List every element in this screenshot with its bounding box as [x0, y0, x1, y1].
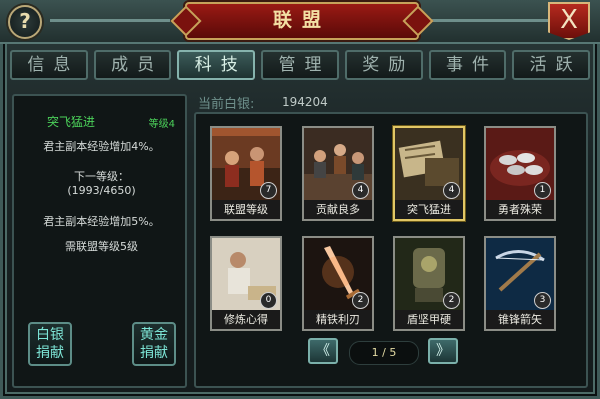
tech-card-label: 联盟等级	[212, 200, 280, 219]
tech-card-label: 勇者殊荣	[486, 200, 554, 219]
level-badge: 0	[260, 292, 277, 309]
divider-left	[50, 19, 170, 22]
tab-members[interactable]: 成员	[93, 50, 172, 80]
tech-card[interactable]: 7 联盟等级	[210, 126, 282, 221]
tech-card[interactable]: 1 勇者殊荣	[484, 126, 556, 221]
current-effect: 君主副本经验增加4%。	[43, 140, 160, 153]
tab-rewards[interactable]: 奖励	[344, 50, 423, 80]
requirement-text: 需联盟等级5级	[65, 240, 138, 253]
gold-donate-label-1: 黄金	[140, 327, 168, 343]
tab-events[interactable]: 事件	[428, 50, 507, 80]
double-chevron-left-icon: 《	[316, 343, 330, 359]
level-badge: 4	[443, 182, 460, 199]
tech-card-selected[interactable]: 4 突飞猛进	[393, 126, 465, 221]
tech-card[interactable]: 0 修炼心得	[210, 236, 282, 331]
progress-text: (1993/4650)	[67, 184, 136, 197]
question-icon: ?	[19, 9, 31, 33]
tech-card-label: 修炼心得	[212, 310, 280, 329]
silver-label: 当前白银:	[198, 97, 255, 112]
level-badge: 3	[534, 292, 551, 309]
page-title: 联盟	[185, 2, 419, 40]
next-level-label: 下一等级：	[74, 170, 129, 183]
tab-activity[interactable]: 活跃	[512, 50, 591, 80]
silver-value: 194204	[282, 95, 328, 109]
level-badge: 2	[443, 292, 460, 309]
tab-bar: 信息 成员 科技 管理 奖励 事件 活跃	[10, 50, 591, 84]
tech-card-label: 盾坚甲硬	[395, 310, 463, 329]
close-icon: X	[560, 5, 578, 35]
tech-level: 等级4	[148, 119, 175, 130]
help-button[interactable]: ?	[8, 5, 42, 39]
next-effect: 君主副本经验增加5%。	[43, 215, 160, 228]
double-chevron-right-icon: 》	[436, 343, 450, 359]
level-badge: 1	[534, 182, 551, 199]
tech-card-label: 贡献良多	[304, 200, 372, 219]
tech-name: 突飞猛进	[47, 115, 96, 129]
next-page-button[interactable]: 》	[428, 338, 458, 364]
tab-tech[interactable]: 科技	[177, 50, 256, 80]
level-badge: 2	[352, 292, 369, 309]
tech-card-label: 精铁利刃	[304, 310, 372, 329]
tech-detail-panel: 突飞猛进 等级4 君主副本经验增加4%。 下一等级： (1993/4650) 君…	[12, 94, 187, 388]
level-badge: 4	[352, 182, 369, 199]
gold-donate-button[interactable]: 黄金 捐献	[132, 322, 176, 366]
tech-card[interactable]: 2 盾坚甲硬	[393, 236, 465, 331]
gold-donate-label-2: 捐献	[140, 345, 168, 361]
tab-manage[interactable]: 管理	[261, 50, 339, 80]
silver-donate-label-2: 捐献	[36, 345, 64, 361]
tab-info[interactable]: 信息	[10, 50, 88, 80]
title-bar: ? 联盟 X	[0, 0, 600, 44]
close-button[interactable]: X	[548, 2, 590, 40]
prev-page-button[interactable]: 《	[308, 338, 338, 364]
silver-donate-label-1: 白银	[36, 327, 64, 343]
silver-donate-button[interactable]: 白银 捐献	[28, 322, 72, 366]
divider-right	[430, 19, 550, 22]
tech-card[interactable]: 2 精铁利刃	[302, 236, 374, 331]
page-indicator: 1 / 5	[349, 341, 419, 365]
level-badge: 7	[260, 182, 277, 199]
tech-card[interactable]: 4 贡献良多	[302, 126, 374, 221]
tech-card-label: 突飞猛进	[395, 200, 463, 219]
tech-card-label: 锥锋箭矢	[486, 310, 554, 329]
tech-card[interactable]: 3 锥锋箭矢	[484, 236, 556, 331]
